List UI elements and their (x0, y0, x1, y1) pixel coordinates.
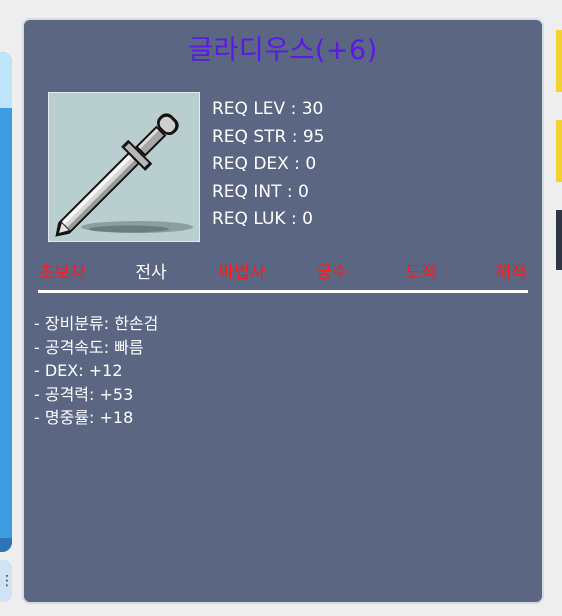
item-tooltip-panel: 글라디우스(+6) REQ LEV : 30 REQ STR: 95 REQ … (22, 18, 544, 604)
stat-accuracy: - 명중률: +18 (34, 408, 134, 427)
left-panel-shadow (0, 538, 12, 552)
item-title: 글라디우스(+6) (188, 35, 378, 66)
left-edge-button[interactable]: ⋮ (0, 560, 14, 602)
stat-dex: - DEX: +12 (34, 361, 123, 380)
right-edge-yellow-tab[interactable] (556, 120, 562, 182)
item-image-frame (48, 92, 200, 242)
req-dex: REQ DEX : 0 (212, 154, 317, 174)
gladius-sword-icon (55, 113, 193, 237)
left-panel-highlight (0, 52, 12, 108)
job-beginner: 초보자 (38, 263, 86, 283)
job-bowman: 궁수 (316, 263, 348, 283)
job-pirate: 해적 (495, 263, 527, 283)
stat-attack-speed: - 공격속도: 빠름 (34, 337, 144, 357)
section-divider (38, 290, 528, 293)
req-int: REQ INT : 0 (212, 181, 309, 202)
req-str: REQ STR : 95 (212, 126, 325, 147)
req-luk: REQ LUK : 0 (212, 209, 313, 229)
job-warrior: 전사 (135, 263, 167, 283)
job-magician: 마법사 (218, 263, 266, 283)
stat-attack: - 공격력: +53 (34, 384, 134, 404)
item-stats-list: - 장비분류: 한손검 - 공격속도: 빠름 - DEX: +12 - 공격력:… (34, 312, 158, 430)
right-edge-dark-tab[interactable] (556, 210, 562, 270)
job-thief: 도적 (405, 263, 437, 283)
job-restrictions: 초보자 전사 마법사 궁수 도적 해적 (24, 258, 542, 286)
left-background-panel (0, 52, 12, 552)
req-level: REQ LEV : 30 (212, 99, 324, 119)
right-edge-yellow-tab[interactable] (556, 30, 562, 92)
requirements-list: REQ LEV : 30 REQ STR : 95 REQ DEX : 0 RE… (212, 96, 325, 234)
stat-equip-category: - 장비분류: 한손검 (34, 314, 159, 333)
